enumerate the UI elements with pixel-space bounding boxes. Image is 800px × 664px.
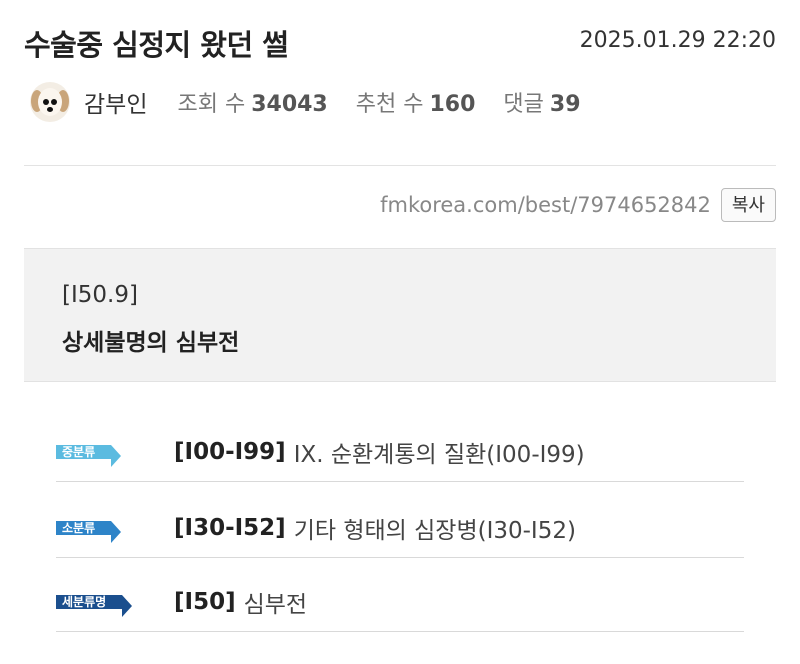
comment-count[interactable]: 댓글 39 xyxy=(503,86,580,118)
classification-text: 기타 형태의 심장병(I30-I52) xyxy=(293,517,576,544)
subcategory-badge: 소분류 xyxy=(56,520,112,535)
classification-row: 중분류 [I00-I99] IX. 순환계통의 질환(I00-I99) xyxy=(56,422,744,482)
recommend-count-label: 추천 수 xyxy=(355,92,424,117)
classification-row: 소분류 [I30-I52] 기타 형태의 심장병(I30-I52) xyxy=(56,498,744,558)
post-header: 수술중 심정지 왔던 썰 2025.01.29 22:20 xyxy=(24,22,776,62)
disease-code-box: [I50.9] 상세불명의 심부전 xyxy=(24,248,776,382)
disease-code: [I50.9] xyxy=(62,282,138,308)
post-url[interactable]: fmkorea.com/best/7974652842 xyxy=(380,193,711,217)
view-count-value: 34043 xyxy=(251,92,328,117)
post-title: 수술중 심정지 왔던 썰 xyxy=(24,28,289,62)
copy-url-button[interactable]: 복사 xyxy=(720,188,776,222)
classification-text: IX. 순환계통의 질환(I00-I99) xyxy=(293,441,585,468)
post-meta: 감부인 조회 수 34043 추천 수 160 댓글 39 xyxy=(30,80,609,124)
view-count-label: 조회 수 xyxy=(177,92,246,117)
view-count: 조회 수 34043 xyxy=(177,86,327,118)
category-badge: 중분류 xyxy=(56,444,112,459)
comment-count-label: 댓글 xyxy=(503,92,544,117)
classification-row: 세분류명 [I50] 심부전 xyxy=(56,572,744,632)
share-url-row: fmkorea.com/best/7974652842 복사 xyxy=(380,186,776,224)
detail-category-badge: 세분류명 xyxy=(56,594,123,609)
recommend-count-value: 160 xyxy=(429,92,476,117)
classification-code: [I50] xyxy=(174,588,236,615)
classification-code: [I00-I99] xyxy=(174,438,286,465)
post-date: 2025.01.29 22:20 xyxy=(579,28,776,53)
puppy-avatar-icon[interactable] xyxy=(30,82,70,122)
recommend-count: 추천 수 160 xyxy=(356,86,476,118)
disease-name: 상세불명의 심부전 xyxy=(62,330,240,356)
classification-code: [I30-I52] xyxy=(174,514,286,541)
author-name[interactable]: 감부인 xyxy=(84,85,147,119)
comment-count-value: 39 xyxy=(549,92,581,117)
classification-text: 심부전 xyxy=(243,591,308,618)
divider xyxy=(24,165,776,166)
